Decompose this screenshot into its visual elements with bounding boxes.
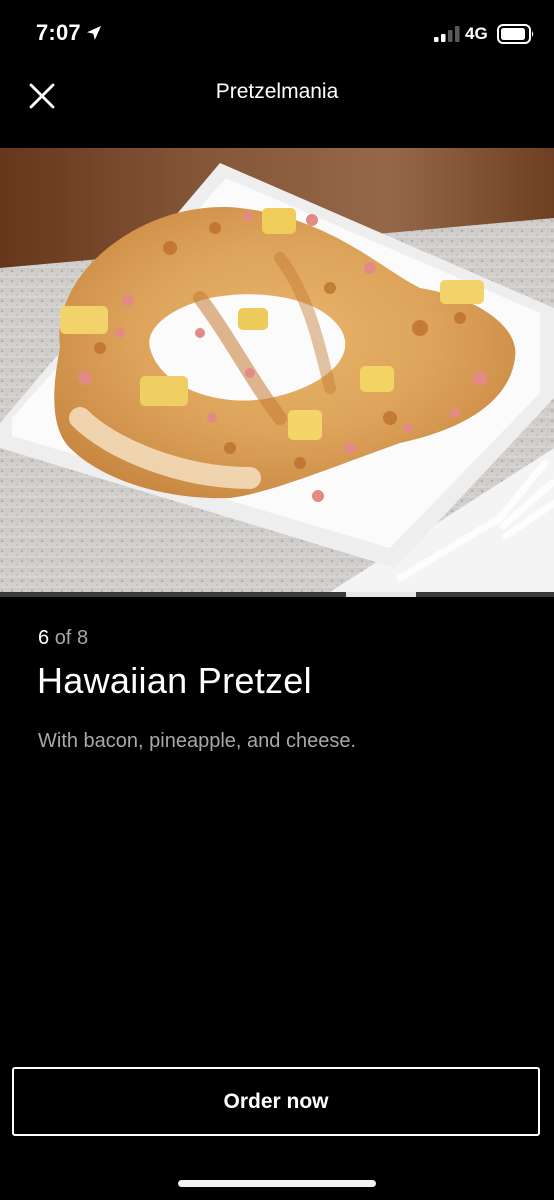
cellular-signal-icon (434, 26, 460, 42)
network-type: 4G (465, 24, 488, 43)
restaurant-title: Pretzelmania (215, 80, 339, 103)
home-indicator (178, 1180, 376, 1187)
gallery-of-label: of (54, 627, 72, 649)
gallery-progress-segment (346, 592, 416, 597)
order-now-button[interactable]: Order now (12, 1067, 540, 1136)
location-arrow-icon (87, 26, 101, 40)
status-time: 7:07 (36, 20, 81, 45)
battery-icon (497, 24, 534, 44)
gallery-current-index: 6 (38, 627, 50, 649)
status-bar: 7:07 4G (0, 0, 554, 64)
item-title: Hawaiian Pretzel (37, 660, 312, 701)
gallery-progress-bar (0, 592, 554, 597)
gallery-counter: 6 of 8 (38, 627, 88, 650)
nav-header: Pretzelmania (0, 64, 554, 148)
gallery-total: 8 (76, 627, 89, 649)
item-photo[interactable] (0, 148, 554, 592)
item-description: With bacon, pineapple, and cheese. (38, 730, 356, 752)
